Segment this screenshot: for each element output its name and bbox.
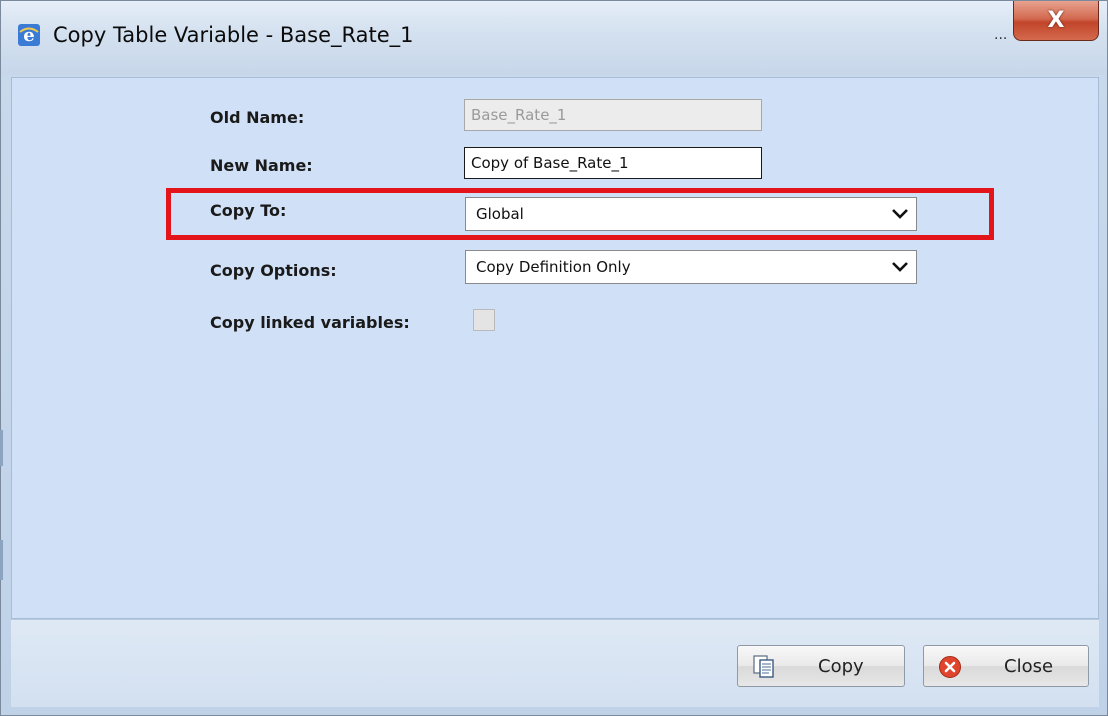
- new-name-label: New Name:: [210, 156, 313, 175]
- copy-documents-icon: [753, 655, 774, 678]
- copy-table-variable-dialog: e Copy Table Variable - Base_Rate_1 ... …: [0, 0, 1108, 716]
- close-button[interactable]: Close: [923, 645, 1089, 687]
- window-title: Copy Table Variable - Base_Rate_1: [53, 23, 414, 47]
- copy-options-value: Copy Definition Only: [476, 258, 631, 276]
- close-icon: X: [1047, 8, 1065, 33]
- button-bar: Copy Close: [11, 619, 1099, 707]
- copy-options-select[interactable]: Copy Definition Only: [465, 250, 917, 284]
- red-x-circle-icon: [939, 656, 961, 678]
- close-button-label: Close: [1004, 656, 1054, 677]
- old-name-label: Old Name:: [210, 108, 305, 127]
- internet-explorer-icon: e: [18, 24, 40, 46]
- copy-to-highlight: [166, 188, 994, 240]
- chevron-down-icon[interactable]: [890, 257, 910, 277]
- edge-artifact: [0, 430, 3, 466]
- copy-button-label: Copy: [818, 656, 864, 677]
- copy-button[interactable]: Copy: [737, 645, 905, 687]
- copy-linked-label: Copy linked variables:: [210, 313, 410, 332]
- new-name-field[interactable]: Copy of Base_Rate_1: [464, 147, 762, 179]
- edge-artifact: [0, 540, 3, 580]
- title-bar[interactable]: e Copy Table Variable - Base_Rate_1 ... …: [1, 1, 1107, 75]
- old-name-field: Base_Rate_1: [464, 99, 762, 131]
- copy-linked-checkbox[interactable]: [473, 309, 495, 331]
- copy-options-label: Copy Options:: [210, 261, 337, 280]
- form-panel: Old Name: Base_Rate_1 New Name: Copy of …: [11, 77, 1099, 619]
- window-close-button[interactable]: X: [1013, 1, 1099, 41]
- title-overflow: ...: [994, 27, 1008, 43]
